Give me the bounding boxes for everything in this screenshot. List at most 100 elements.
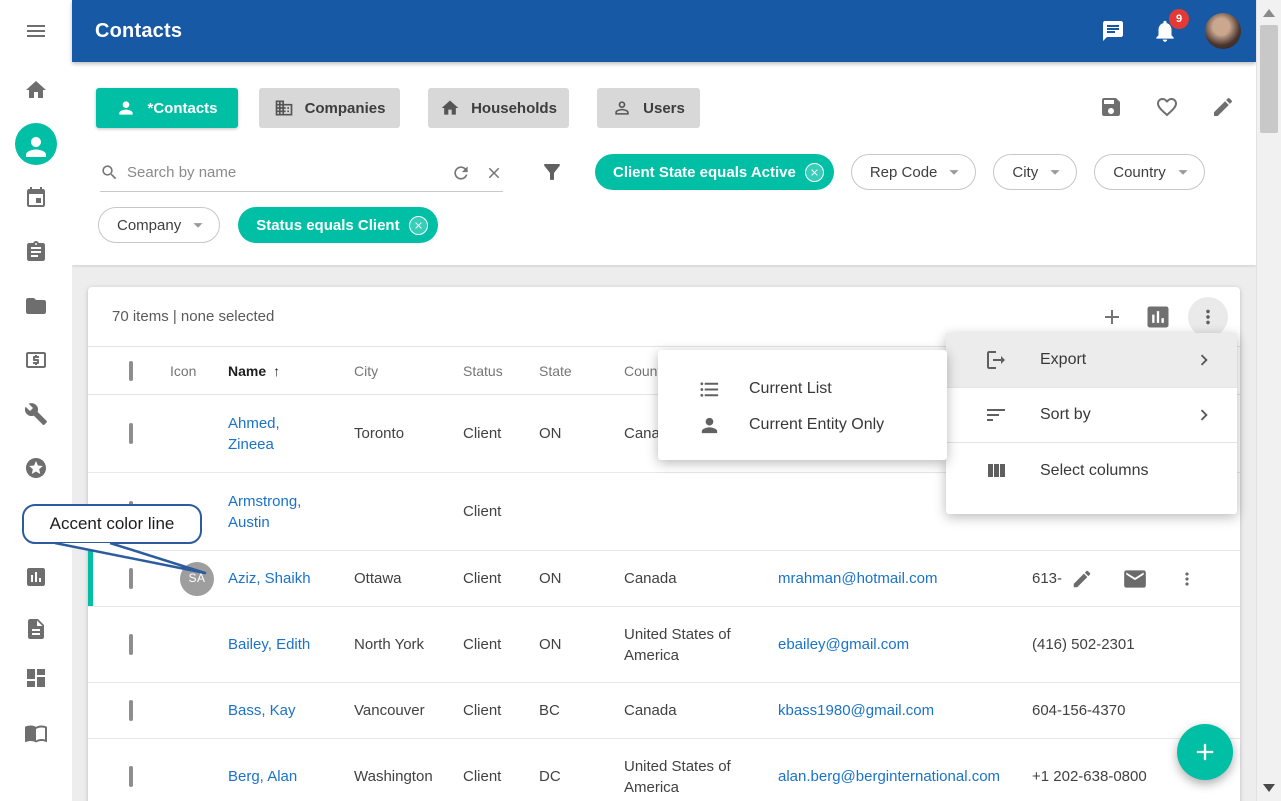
chart-view-icon[interactable] <box>1144 303 1172 331</box>
contact-name-link[interactable]: Bailey, Edith <box>228 636 310 653</box>
sidebar-item-tools[interactable] <box>24 402 48 426</box>
contact-name-link[interactable]: Berg, Alan <box>228 768 297 785</box>
tab-households[interactable]: Households <box>428 88 569 128</box>
row-more-options-icon[interactable] <box>1177 569 1197 589</box>
sidebar-item-calendar[interactable] <box>24 186 48 210</box>
export-submenu: Current List Current Entity Only <box>658 350 947 460</box>
cell-city: Vancouver <box>344 700 453 721</box>
more-options-icon[interactable] <box>1188 297 1228 337</box>
contact-name-link[interactable]: Bass, Kay <box>228 702 296 719</box>
scroll-down-arrow[interactable] <box>1263 784 1275 792</box>
submenu-item-current-list[interactable]: Current List <box>658 371 947 407</box>
sidebar-item-contacts[interactable] <box>15 123 57 165</box>
chip-status[interactable]: Status equals Client <box>238 207 437 243</box>
column-header-icon[interactable]: Icon <box>156 363 218 379</box>
chip-label: Company <box>117 217 181 234</box>
contact-name-link[interactable]: Ahmed, Zineea <box>228 415 280 453</box>
column-header-name[interactable]: Name ↑ <box>218 363 344 379</box>
edit-view-icon[interactable] <box>1211 95 1235 119</box>
top-app-bar: Contacts 9 <box>72 0 1256 62</box>
search-input[interactable] <box>127 164 443 181</box>
email-contact-icon[interactable] <box>1122 566 1148 592</box>
view-actions <box>1099 95 1235 119</box>
sidebar-item-files[interactable] <box>24 294 48 318</box>
favorite-heart-icon[interactable] <box>1155 95 1179 119</box>
hamburger-menu-icon[interactable] <box>24 19 48 43</box>
row-checkbox[interactable] <box>129 766 133 787</box>
search-bar <box>100 154 503 192</box>
chip-company[interactable]: Company <box>98 207 220 243</box>
contact-email-link[interactable]: alan.berg@berginternational.com <box>778 768 1000 785</box>
scroll-up-arrow[interactable] <box>1263 9 1275 17</box>
cell-country: United States of America <box>614 756 768 798</box>
chip-rep-code[interactable]: Rep Code <box>851 154 977 190</box>
add-icon[interactable] <box>1096 301 1128 333</box>
chip-client-state[interactable]: Client State equals Active <box>595 154 834 190</box>
add-contact-fab[interactable] <box>1177 724 1233 780</box>
tab-label: Households <box>471 100 557 117</box>
cell-country: Canada <box>614 700 768 721</box>
contact-email-link[interactable]: mrahman@hotmail.com <box>778 570 937 587</box>
menu-item-export[interactable]: Export <box>946 333 1237 388</box>
clear-search-icon[interactable] <box>485 164 503 182</box>
column-header-state[interactable]: State <box>529 363 614 379</box>
sidebar-item-favorites[interactable] <box>24 456 48 480</box>
cell-city: Washington <box>344 766 453 787</box>
user-avatar[interactable] <box>1205 13 1241 49</box>
column-header-city[interactable]: City <box>344 363 453 379</box>
remove-filter-icon[interactable] <box>805 163 824 182</box>
chip-label: Country <box>1113 164 1166 181</box>
cell-status: Client <box>453 423 529 444</box>
contact-name-link[interactable]: Aziz, Shaikh <box>228 570 311 587</box>
chevron-down-icon <box>943 161 965 183</box>
select-all-checkbox[interactable] <box>129 361 133 381</box>
sidebar-item-home[interactable] <box>24 78 48 102</box>
contact-email-link[interactable]: kbass1980@gmail.com <box>778 702 934 719</box>
submenu-item-label: Current List <box>749 380 832 398</box>
chip-label: Rep Code <box>870 164 938 181</box>
notifications-bell-icon[interactable]: 9 <box>1152 18 1178 44</box>
tab-contacts[interactable]: *Contacts <box>96 88 238 128</box>
person-icon <box>116 98 136 118</box>
callout-text: Accent color line <box>50 514 175 534</box>
cell-state: ON <box>529 634 614 655</box>
cell-country: United States of America <box>614 624 768 666</box>
contact-email-link[interactable]: ebailey@gmail.com <box>778 636 909 653</box>
chevron-down-icon <box>1044 161 1066 183</box>
row-checkbox[interactable] <box>129 634 133 655</box>
scrollbar-thumb[interactable] <box>1260 25 1278 133</box>
menu-item-label: Sort by <box>1040 406 1091 424</box>
cell-country: Canada <box>614 568 768 589</box>
sidebar-item-dashboard[interactable] <box>24 666 48 690</box>
tab-users[interactable]: Users <box>597 88 700 128</box>
column-header-status[interactable]: Status <box>453 363 529 379</box>
tab-companies[interactable]: Companies <box>259 88 400 128</box>
row-checkbox[interactable] <box>129 423 133 444</box>
refresh-icon[interactable] <box>451 163 471 183</box>
chip-city[interactable]: City <box>993 154 1077 190</box>
left-sidebar <box>0 0 72 801</box>
remove-filter-icon[interactable] <box>409 216 428 235</box>
sidebar-item-tasks[interactable] <box>24 240 48 264</box>
chip-country[interactable]: Country <box>1094 154 1205 190</box>
submenu-item-current-entity[interactable]: Current Entity Only <box>658 407 947 443</box>
table-row[interactable]: Bailey, Edith North York Client ON Unite… <box>88 607 1240 683</box>
chip-label: Client State equals Active <box>613 164 796 181</box>
chat-icon[interactable] <box>1101 19 1125 43</box>
row-checkbox[interactable] <box>129 700 133 721</box>
filter-funnel-icon[interactable] <box>540 160 564 184</box>
chevron-down-icon <box>1172 161 1194 183</box>
sidebar-item-billing[interactable] <box>24 348 48 372</box>
edit-contact-icon[interactable] <box>1071 568 1093 590</box>
sidebar-item-documents[interactable] <box>24 617 48 641</box>
table-row[interactable]: Berg, Alan Washington Client DC United S… <box>88 739 1240 801</box>
menu-item-sort-by[interactable]: Sort by <box>946 388 1237 443</box>
contact-name-link[interactable]: Armstrong, Austin <box>228 493 301 531</box>
save-view-icon[interactable] <box>1099 95 1123 119</box>
callout-tail <box>40 542 220 582</box>
table-row[interactable]: Bass, Kay Vancouver Client BC Canada kba… <box>88 683 1240 739</box>
table-row[interactable]: SA Aziz, Shaikh Ottawa Client ON Canada … <box>88 551 1240 607</box>
cell-state: ON <box>529 568 614 589</box>
sidebar-item-directory[interactable] <box>24 721 48 745</box>
menu-item-select-columns[interactable]: Select columns <box>946 443 1237 498</box>
